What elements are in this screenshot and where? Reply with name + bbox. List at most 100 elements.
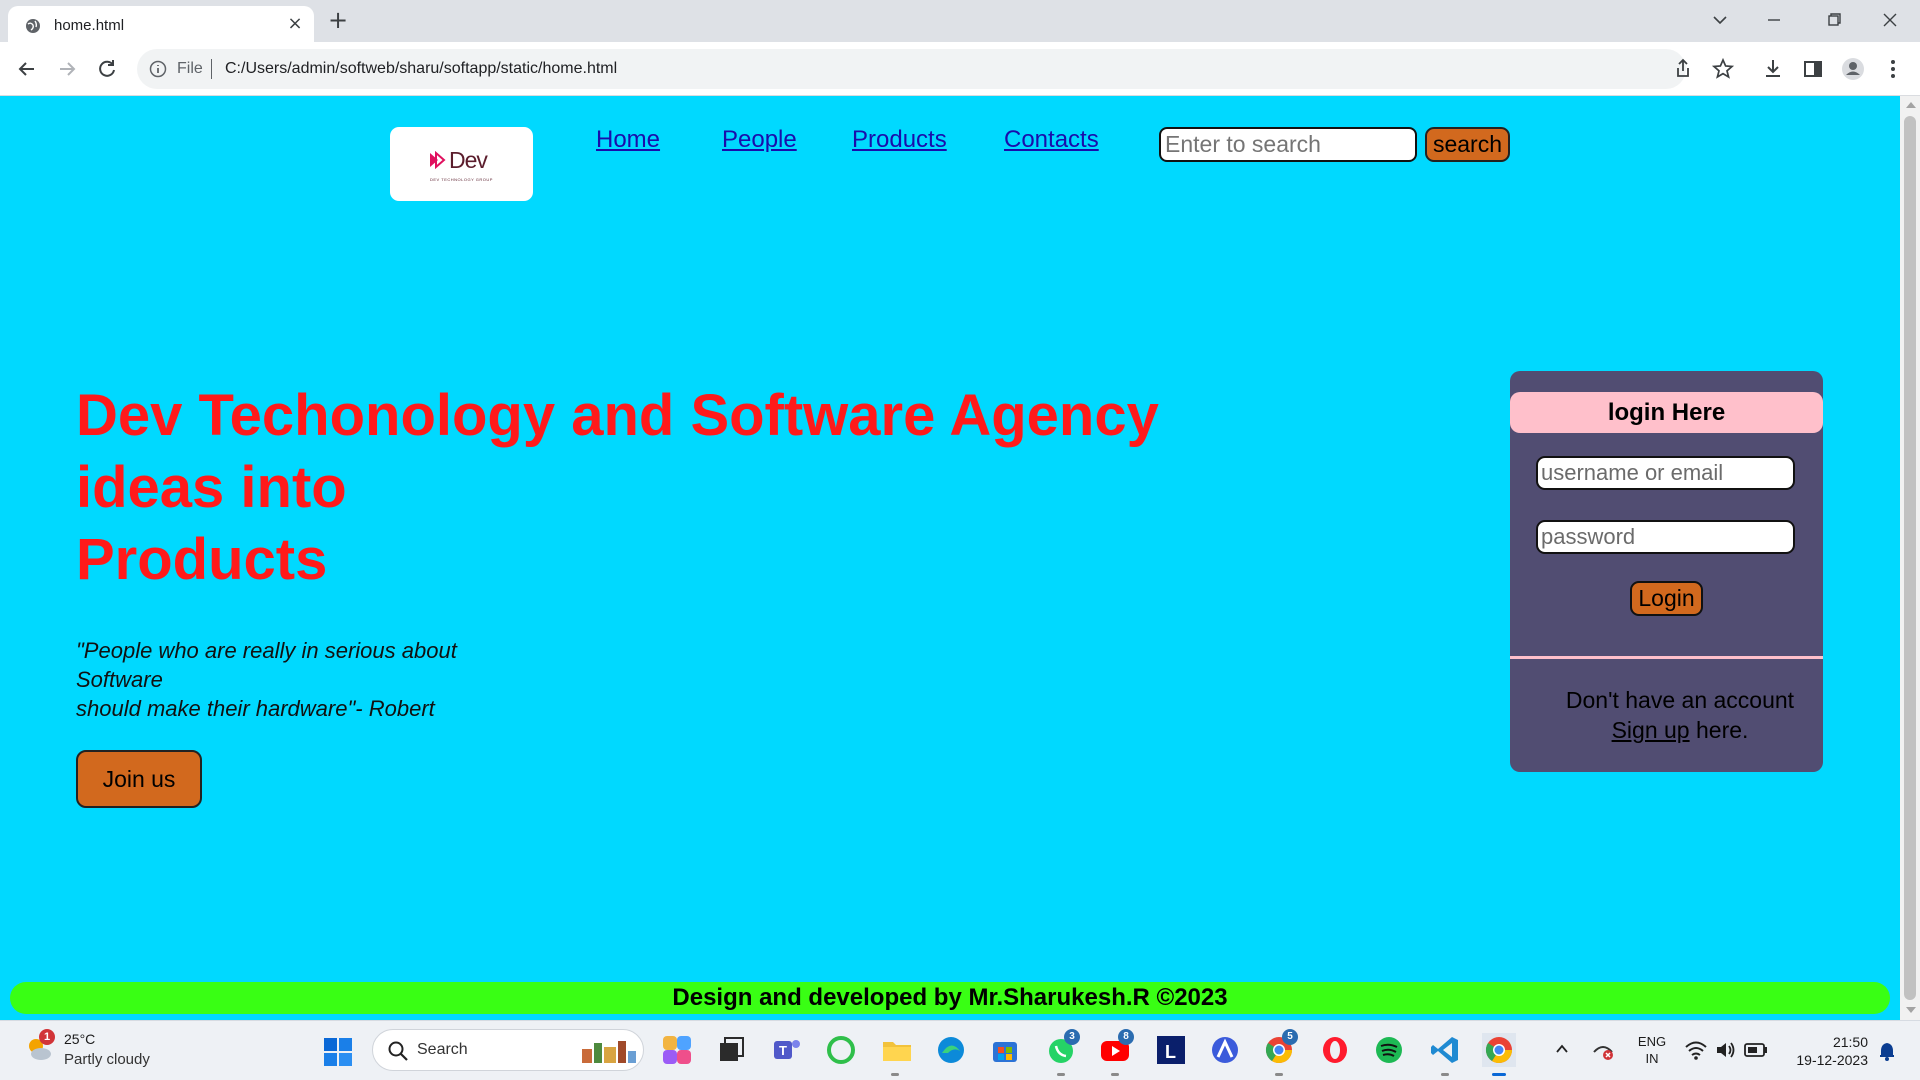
page-scrollbar[interactable] [1900,96,1920,1020]
profile-avatar-icon[interactable] [1840,56,1866,82]
url-separator [211,59,212,79]
browser-tab-strip: home.html × + [0,0,1920,42]
close-tab-icon[interactable]: × [286,15,304,33]
join-us-button[interactable]: Join us [76,750,202,808]
weather-alert-badge: 1 [39,1029,55,1045]
browser-toolbar: File C:/Users/admin/softweb/sharu/softap… [0,42,1920,96]
back-arrow-icon[interactable] [14,56,40,82]
scroll-down-arrow-icon[interactable] [1906,1007,1916,1013]
chrome-icon[interactable] [1482,1033,1516,1067]
clock-date: 19-12-2023 [1796,1052,1868,1068]
running-indicator [891,1073,899,1076]
site-info-icon[interactable] [149,60,167,78]
circle-app-icon[interactable] [824,1033,858,1067]
close-window-icon[interactable] [1878,8,1902,32]
clock-time: 21:50 [1832,1034,1868,1050]
active-app-indicator [1492,1073,1506,1076]
hero-heading: Dev Techonology and Software Agency idea… [76,380,1236,596]
nav-link-products[interactable]: Products [852,126,947,154]
vscode-icon[interactable] [1428,1033,1462,1067]
url-text[interactable]: C:/Users/admin/softweb/sharu/softapp/sta… [225,60,617,78]
password-field[interactable] [1536,520,1795,554]
login-heading: login Here [1510,392,1823,433]
arc-app-icon[interactable] [1208,1033,1242,1067]
signup-prefix: Don't have an account [1565,687,1795,713]
running-indicator [1057,1073,1065,1076]
taskbar-search-box[interactable]: Search [372,1029,644,1071]
teams-icon[interactable]: T [770,1033,804,1067]
notification-bell-icon[interactable] [1878,1041,1896,1061]
weather-temperature[interactable]: 25°C [64,1031,95,1047]
show-hidden-icons-chevron-icon[interactable] [1554,1041,1570,1057]
username-field[interactable] [1536,456,1795,490]
network-error-icon[interactable] [1590,1037,1616,1063]
signup-prompt: Don't have an account Sign up here. [1550,685,1810,745]
nav-link-people[interactable]: People [722,126,797,154]
search-highlight-illustration-icon [582,1041,636,1063]
hero-quote: "People who are really in serious about … [76,636,536,723]
store-icon[interactable] [988,1033,1022,1067]
l-app-icon[interactable]: L [1154,1033,1188,1067]
nav-link-home[interactable]: Home [596,126,660,154]
input-language-indicator[interactable]: ENG IN [1634,1033,1670,1067]
task-view-icon[interactable] [714,1033,748,1067]
edge-icon[interactable] [934,1033,968,1067]
side-panel-icon[interactable] [1800,56,1826,82]
running-indicator [1275,1073,1283,1076]
address-bar[interactable]: File C:/Users/admin/softweb/sharu/softap… [137,49,1686,89]
battery-icon[interactable] [1744,1041,1768,1059]
volume-icon[interactable] [1714,1039,1738,1061]
spotify-icon[interactable] [1372,1033,1406,1067]
minimize-icon[interactable] [1762,8,1786,32]
signup-link[interactable]: Sign up [1612,717,1690,743]
signup-suffix: here. [1689,717,1749,743]
restore-icon[interactable] [1822,8,1846,32]
language-code: ENG [1637,1034,1667,1049]
forward-arrow-icon[interactable] [54,56,80,82]
new-tab-plus-icon[interactable]: + [326,8,350,32]
taskbar-clock[interactable]: 21:50 19-12-2023 [1782,1033,1868,1069]
hero-heading-line-3: Products [76,527,328,592]
bookmark-star-icon[interactable] [1710,56,1736,82]
windows-taskbar: 1 25°C Partly cloudy Search T 3 8 L 5 EN [0,1020,1920,1080]
tab-search-chevron-icon[interactable] [1708,8,1732,32]
youtube-badge: 8 [1118,1029,1134,1045]
nav-link-contacts[interactable]: Contacts [1004,126,1099,154]
opera-icon[interactable] [1318,1033,1352,1067]
svg-text:T: T [779,1043,787,1058]
tab-title: home.html [54,17,125,34]
logo-mark-icon [430,151,446,169]
scroll-thumb[interactable] [1904,116,1916,1000]
globe-icon [26,19,40,33]
search-icon [388,1041,408,1061]
login-divider [1510,656,1823,659]
scroll-up-arrow-icon[interactable] [1906,102,1916,108]
site-logo[interactable]: Dev DEV TECHNOLOGY GROUP [390,127,533,201]
copilot-icon[interactable] [660,1033,694,1067]
share-icon[interactable] [1670,56,1696,82]
whatsapp-badge: 3 [1064,1029,1080,1045]
quote-line-2: should make their hardware"- Robert [76,696,435,721]
quote-line-1: "People who are really in serious about … [76,638,457,692]
hero-heading-line-2: ideas into [76,455,347,520]
running-indicator [1441,1073,1449,1076]
search-button[interactable]: search [1425,127,1510,162]
search-input[interactable] [1159,127,1417,162]
reload-icon[interactable] [94,56,120,82]
browser-tab[interactable]: home.html × [8,6,314,42]
wifi-icon[interactable] [1684,1039,1708,1061]
file-explorer-icon[interactable] [880,1033,914,1067]
login-button[interactable]: Login [1630,581,1703,616]
kebab-menu-icon[interactable] [1880,56,1906,82]
web-page: Dev DEV TECHNOLOGY GROUP Home People Pro… [0,96,1900,1020]
login-card: login Here Login Don't have an account S… [1510,371,1823,772]
footer-credit: Design and developed by Mr.Sharukesh.R ©… [10,982,1890,1014]
windows-start-icon[interactable] [323,1037,353,1067]
download-icon[interactable] [1760,56,1786,82]
url-scheme-label: File [177,60,203,77]
logo-subtitle: DEV TECHNOLOGY GROUP [430,177,493,182]
svg-text:L: L [1165,1042,1176,1062]
weather-description[interactable]: Partly cloudy [64,1051,150,1068]
running-indicator [1111,1073,1119,1076]
hero-heading-line-1: Dev Techonology and Software Agency [76,383,1159,448]
